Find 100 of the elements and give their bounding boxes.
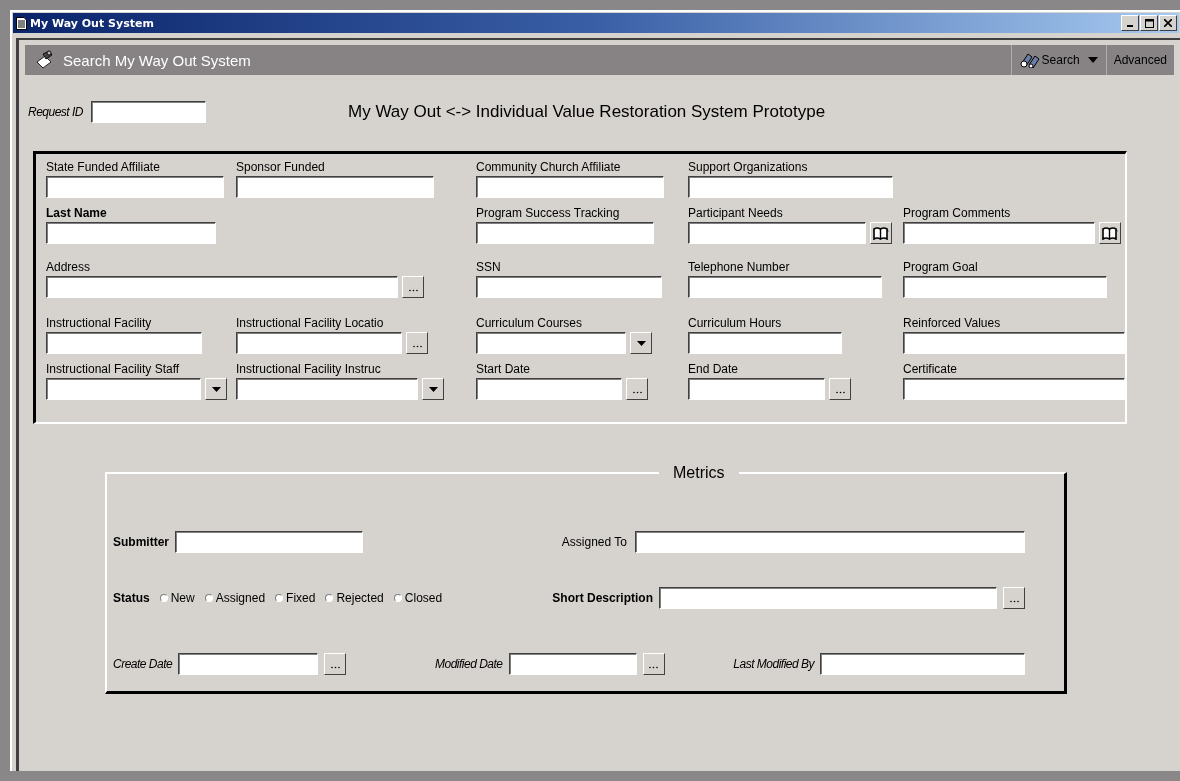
field-label: Request ID xyxy=(28,105,84,119)
field-label: Community Church Affiliate xyxy=(476,160,622,174)
input-field[interactable] xyxy=(46,332,202,354)
ellipsis-icon xyxy=(330,666,340,669)
dropdown-button[interactable] xyxy=(630,332,652,354)
input-field[interactable] xyxy=(175,531,363,553)
input-field[interactable] xyxy=(903,378,1125,400)
ellipsis-icon xyxy=(412,345,422,348)
field-label: Start Date xyxy=(476,362,532,376)
input-field[interactable] xyxy=(820,653,1025,675)
book-button[interactable] xyxy=(870,222,892,244)
dropdown-button[interactable] xyxy=(422,378,444,400)
input-field[interactable] xyxy=(688,332,842,354)
field-label: Assigned To xyxy=(561,535,627,549)
input-field[interactable] xyxy=(903,332,1125,354)
field-label: Sponsor Funded xyxy=(236,160,326,174)
ellipsis-button[interactable] xyxy=(406,332,428,354)
close-button[interactable] xyxy=(1159,15,1177,31)
ellipsis-icon xyxy=(632,391,642,394)
radio-option[interactable]: Assigned xyxy=(204,591,266,605)
caret-icon xyxy=(428,386,438,392)
tools-icon xyxy=(35,50,55,70)
input-field[interactable] xyxy=(476,332,626,354)
ellipsis-button[interactable] xyxy=(642,653,665,675)
dropdown-button[interactable] xyxy=(205,378,227,400)
maximize-button[interactable] xyxy=(1140,15,1158,31)
caret-icon xyxy=(1087,57,1098,63)
field-label: Program Success Tracking xyxy=(476,206,621,220)
maximize-icon xyxy=(1144,18,1154,28)
header-title: Search My Way Out System xyxy=(63,51,252,69)
window-title: My Way Out System xyxy=(30,16,155,30)
input-field[interactable] xyxy=(236,378,418,400)
field-label: Modified Date xyxy=(434,657,503,671)
close-icon xyxy=(1164,19,1172,27)
input-field[interactable] xyxy=(91,101,207,123)
field-label: SSN xyxy=(476,260,502,274)
input-field[interactable] xyxy=(476,222,654,244)
input-field[interactable] xyxy=(508,653,637,675)
input-field[interactable] xyxy=(46,378,201,400)
minimize-button[interactable] xyxy=(1121,15,1139,31)
radio-option[interactable]: New xyxy=(159,591,195,605)
ellipsis-button[interactable] xyxy=(1003,587,1025,609)
ellipsis-button[interactable] xyxy=(324,653,347,675)
input-field[interactable] xyxy=(178,653,319,675)
field-label: State Funded Affiliate xyxy=(46,160,161,174)
field-label: Address xyxy=(46,260,92,274)
caret-icon xyxy=(636,340,646,346)
field-label: Program Comments xyxy=(903,206,1012,220)
ellipsis-icon xyxy=(835,391,845,394)
radio-option[interactable]: Closed xyxy=(393,591,443,605)
search-button[interactable]: Search xyxy=(1010,45,1106,75)
advanced-button[interactable]: Advanced xyxy=(1105,45,1174,75)
field-label: Support Organizations xyxy=(688,160,809,174)
field-label: Reinforced Values xyxy=(903,316,1002,330)
input-field[interactable] xyxy=(659,587,997,609)
field-label: Participant Needs xyxy=(688,206,784,220)
field-label: Instructional Facility Instruc xyxy=(236,362,382,376)
field-label: Create Date xyxy=(113,657,173,671)
input-field[interactable] xyxy=(236,332,402,354)
input-field[interactable] xyxy=(476,176,664,198)
radio-option[interactable]: Rejected xyxy=(325,591,384,605)
input-field[interactable] xyxy=(236,176,434,198)
field-label: Last Name xyxy=(46,206,108,220)
input-field[interactable] xyxy=(688,176,893,198)
input-field[interactable] xyxy=(688,378,825,400)
input-field[interactable] xyxy=(635,531,1025,553)
field-label: Instructional Facility xyxy=(46,316,153,330)
field-label: Short Description xyxy=(552,591,653,605)
input-field[interactable] xyxy=(903,222,1095,244)
field-label: Certificate xyxy=(903,362,959,376)
input-field[interactable] xyxy=(46,276,398,298)
field-label: Instructional Facility Staff xyxy=(46,362,181,376)
field-label: Curriculum Courses xyxy=(476,316,584,330)
field-label: Telephone Number xyxy=(688,260,791,274)
ellipsis-icon xyxy=(408,289,418,292)
field-label: Status xyxy=(113,591,150,605)
book-icon xyxy=(1102,226,1118,240)
ellipsis-button[interactable] xyxy=(829,378,851,400)
form-title: My Way Out <-> Individual Value Restoration System Prototype xyxy=(348,102,826,122)
book-button[interactable] xyxy=(1099,222,1121,244)
caret-icon xyxy=(211,386,221,392)
input-field[interactable] xyxy=(476,378,622,400)
input-field[interactable] xyxy=(46,222,216,244)
ellipsis-icon xyxy=(649,666,658,669)
input-field[interactable] xyxy=(688,222,866,244)
field-label: End Date xyxy=(688,362,740,376)
document-icon xyxy=(16,16,27,30)
input-field[interactable] xyxy=(688,276,882,298)
book-icon xyxy=(873,226,889,240)
field-label: Curriculum Hours xyxy=(688,316,783,330)
ellipsis-button[interactable] xyxy=(626,378,648,400)
field-label: Submitter xyxy=(113,535,169,549)
field-label: Last Modified By xyxy=(733,657,814,671)
binoculars-icon xyxy=(1019,52,1042,68)
ellipsis-button[interactable] xyxy=(402,276,424,298)
input-field[interactable] xyxy=(476,276,662,298)
ellipsis-icon xyxy=(1009,600,1019,603)
input-field[interactable] xyxy=(903,276,1107,298)
radio-option[interactable]: Fixed xyxy=(275,591,316,605)
input-field[interactable] xyxy=(46,176,224,198)
